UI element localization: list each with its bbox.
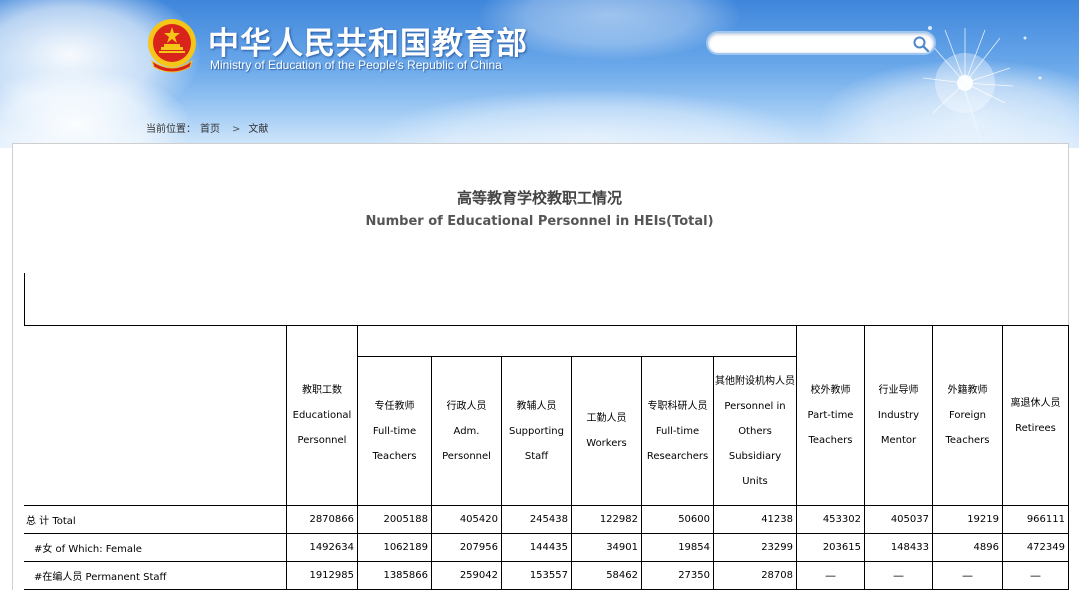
column-header-adm_personnel: 行政人员 Adm. Personnel (431, 356, 502, 506)
table-cell: 2005188 (357, 505, 432, 534)
table-cell: 472349 (1002, 533, 1069, 562)
table-row-label: #在编人员 Permanent Staff (24, 561, 287, 590)
column-header-text: Mentor (880, 435, 917, 446)
table-cell: — (1002, 561, 1069, 590)
column-header-others_subsidiary: 其他附设机构人员 Personnel in Others Subsidiary Unit… (713, 356, 797, 506)
column-header-text: 离退休人员 (1010, 397, 1061, 409)
column-header-text: 专职科研人员 (647, 400, 708, 412)
column-header-text: Supporting (509, 425, 564, 437)
column-header-text: Personnel (442, 450, 491, 462)
table-cell: 153557 (501, 561, 572, 590)
table-cell: 19854 (641, 533, 714, 562)
table-row-label: #女 of Which: Female (24, 533, 287, 562)
column-header-text: 其他附设机构人员 (715, 375, 795, 387)
cloud-decoration (380, 90, 800, 148)
column-header-supporting_staff: 教辅人员 Supporting Staff (501, 356, 572, 506)
table-cell: 50600 (641, 505, 714, 534)
table-cell: 34901 (571, 533, 642, 562)
table-cell: 1062189 (357, 533, 432, 562)
column-header-text: 教职工数 (301, 385, 342, 396)
table-cell: 58462 (571, 561, 642, 590)
column-header-text: Researchers (646, 450, 709, 462)
table-cell: 4896 (932, 533, 1003, 562)
table-cell: 41238 (713, 505, 797, 534)
column-header-text: 行政人员 (446, 400, 487, 412)
column-header-text: Personnel (297, 435, 347, 446)
table-cell: 144435 (501, 533, 572, 562)
table-cell: 2870866 (286, 505, 358, 534)
column-header-text: 工勤人员 (586, 413, 627, 424)
table-cell: 122982 (571, 505, 642, 534)
column-header-industry_mentor: 行业导师 Industry Mentor (864, 325, 933, 506)
table-row-label: 总 计 Total (24, 505, 287, 534)
column-header-text: Foreign (948, 410, 987, 421)
table-cell: 453302 (796, 505, 865, 534)
column-header-text: Teachers (945, 435, 990, 446)
column-header-text: Adm. (453, 425, 480, 437)
breadcrumb-separator: > (232, 124, 241, 135)
site-header: 中华人民共和国教育部 Ministry of Education of the … (0, 0, 1079, 148)
search-input[interactable] (706, 31, 936, 55)
column-header-text: 外籍教师 (947, 385, 988, 396)
table-cell: 1385866 (357, 561, 432, 590)
column-header-text: Staff (524, 450, 549, 462)
breadcrumb-home-link[interactable]: 首页 (200, 124, 220, 135)
column-header-text: 专任教师 (374, 400, 415, 412)
table-cell: 28708 (713, 561, 797, 590)
national-emblem-icon[interactable] (146, 17, 198, 73)
ministry-title-en[interactable]: Ministry of Education of the People's Re… (210, 58, 502, 72)
column-header-text: Others (738, 425, 772, 437)
column-header-retirees: 离退休人员 Retirees (1002, 325, 1069, 506)
table-header-blank (24, 325, 287, 506)
column-header-text: Subsidiary (728, 450, 782, 462)
column-header-text: 校外教师 (810, 385, 851, 396)
column-header-workers: 工勤人员 Workers (571, 356, 642, 506)
table-cell: 405420 (431, 505, 502, 534)
document-subtitle: Number of Educational Personnel in HEIs(… (365, 214, 714, 229)
table-cell: — (864, 561, 933, 590)
table-cell: 23299 (713, 533, 797, 562)
table-cell: 1492634 (286, 533, 358, 562)
table-header-group (286, 325, 796, 356)
column-header-text: Full-time (655, 425, 700, 437)
column-header-parttime_teachers: 校外教师 Part-time Teachers (796, 325, 865, 506)
column-header-text: 教辅人员 (516, 400, 557, 412)
ministry-title-cn[interactable]: 中华人民共和国教育部 (208, 18, 528, 63)
column-header-fulltime_researchers: 专职科研人员 Full-time Researchers (641, 356, 714, 506)
column-header-text: Personnel in (724, 400, 786, 412)
breadcrumb-prefix: 当前位置： (146, 124, 196, 135)
table-cell: 405037 (864, 505, 933, 534)
column-header-fulltime_teachers: 专任教师 Full-time Teachers (357, 356, 432, 506)
column-header-text: Workers (586, 438, 627, 449)
column-header-educational_personnel: 教职工数 Educational Personnel (286, 325, 358, 506)
column-header-text: Full-time (372, 425, 417, 437)
breadcrumb: 当前位置： 首页 > 文献 (146, 120, 272, 135)
column-header-text: Educational (292, 410, 352, 421)
table-cell: 207956 (431, 533, 502, 562)
table-cell: 148433 (864, 533, 933, 562)
search-icon[interactable] (912, 35, 930, 53)
table-cell: 1912985 (286, 561, 358, 590)
table-cell: 966111 (1002, 505, 1069, 534)
table-frame-line (24, 273, 25, 325)
table-cell: 245438 (501, 505, 572, 534)
column-header-text: Teachers (808, 435, 853, 446)
column-header-text: Units (742, 475, 768, 487)
table-cell: 19219 (932, 505, 1003, 534)
column-header-foreign_teachers: 外籍教师 Foreign Teachers (932, 325, 1003, 506)
column-header-text: Part-time (807, 410, 854, 421)
column-header-text: Industry (877, 410, 920, 421)
table-cell: — (796, 561, 865, 590)
table-cell: 259042 (431, 561, 502, 590)
breadcrumb-current[interactable]: 文献 (248, 124, 268, 135)
table-cell: 203615 (796, 533, 865, 562)
document-title: 高等教育学校教职工情况 (456, 189, 622, 207)
column-header-text: 行业导师 (878, 385, 919, 396)
table-cell: 27350 (641, 561, 714, 590)
table-cell: — (932, 561, 1003, 590)
dandelion-decoration-icon (922, 26, 1042, 148)
column-header-text: Retirees (1015, 422, 1056, 434)
column-header-text: Teachers (372, 450, 417, 462)
